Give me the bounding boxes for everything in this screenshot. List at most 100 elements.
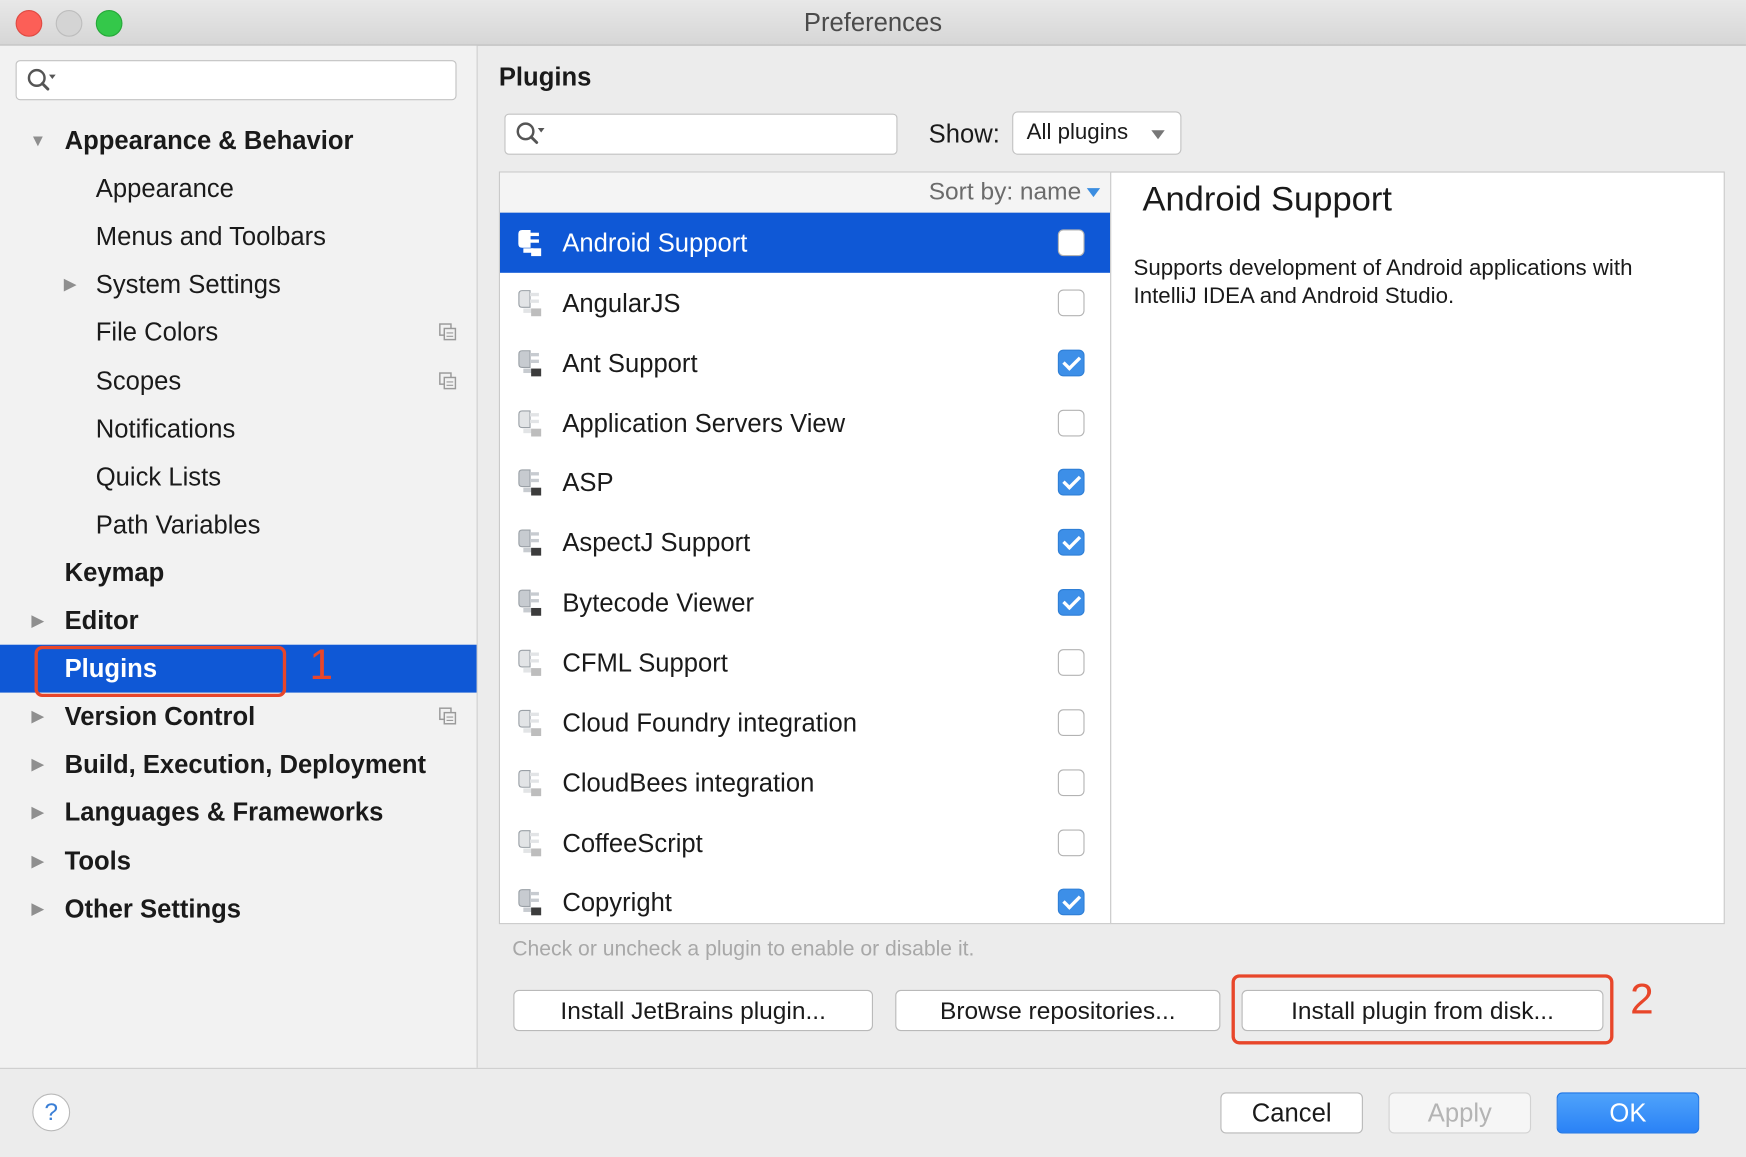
plugin-enable-checkbox[interactable] [1057,829,1085,856]
collapsed-arrow-icon[interactable]: ▶ [29,837,47,885]
sidebar-item-label: System Settings [95,269,281,299]
plugin-enable-checkbox[interactable] [1057,529,1085,556]
sort-bar[interactable]: Sort by: name [499,172,1111,214]
sidebar-item-label: Menus and Toolbars [95,221,326,251]
plugin-enable-checkbox[interactable] [1057,349,1085,377]
plugin-row[interactable]: Bytecode Viewer [500,572,1110,632]
apply-button[interactable]: Apply [1388,1092,1532,1134]
sidebar-item-label: Notifications [95,413,236,443]
sort-chevron-icon[interactable] [1086,188,1101,198]
cancel-button[interactable]: Cancel [1220,1092,1363,1134]
sidebar-item-label: File Colors [95,317,219,347]
plugin-row[interactable]: CoffeeScript [500,812,1110,872]
plugin-icon [518,649,542,676]
copy-icon [439,371,457,389]
sidebar-item-label: Editor [64,605,139,635]
sidebar-item-label: Scopes [95,365,182,395]
sidebar-item-path-variables[interactable]: Path Variables [0,501,477,549]
plugin-row[interactable]: CFML Support [500,632,1110,692]
sidebar-item-tools[interactable]: ▶ Tools [0,837,477,885]
annotation-number-1: 1 [309,642,334,690]
sidebar-item-quick-lists[interactable]: Quick Lists [0,453,477,501]
browse-repositories-button[interactable]: Browse repositories... [895,989,1221,1032]
sidebar-item-system-settings[interactable]: ▶ System Settings [0,261,477,309]
plugin-enable-checkbox[interactable] [1057,409,1085,436]
copy-icon [439,707,457,725]
title-bar: Preferences [0,0,1746,46]
plugin-row[interactable]: Cloud Foundry integration [500,692,1110,752]
dialog-footer: ? Cancel Apply OK [0,1067,1746,1157]
plugin-row[interactable]: ASP [500,453,1110,513]
plugin-enable-checkbox[interactable] [1057,769,1085,796]
plugin-enable-checkbox[interactable] [1057,649,1085,676]
plugin-row[interactable]: Ant Support [500,333,1110,393]
plugin-name: ASP [562,468,614,498]
collapsed-arrow-icon[interactable]: ▶ [29,789,47,837]
plugin-name: CFML Support [562,647,728,677]
plugin-icon [518,769,542,796]
plugin-enable-checkbox[interactable] [1057,289,1085,317]
ok-button[interactable]: OK [1556,1092,1700,1134]
plugin-icon [518,709,542,736]
sidebar-item-editor[interactable]: ▶ Editor [0,597,477,645]
plugin-row[interactable]: Android Support [499,212,1111,273]
plugin-icon [518,889,542,916]
plugin-hint-text: Check or uncheck a plugin to enable or d… [512,937,975,961]
plugin-enable-checkbox[interactable] [1057,709,1085,736]
annotation-number-2: 2 [1630,976,1654,1024]
sidebar-item-other-settings[interactable]: ▶ Other Settings [0,885,477,933]
annotation-box-2 [1231,974,1614,1045]
plugin-name: CoffeeScript [562,827,703,857]
sidebar-item-keymap[interactable]: Keymap [0,549,477,597]
sidebar-item-build-execution-deployment[interactable]: ▶ Build, Execution, Deployment [0,741,477,789]
collapsed-arrow-icon[interactable]: ▶ [29,885,47,933]
plugin-enable-checkbox[interactable] [1057,469,1085,496]
sidebar-item-scopes[interactable]: Scopes [0,357,477,405]
plugin-row[interactable]: Application Servers View [500,393,1110,453]
plugin-name: Cloud Foundry integration [562,707,858,737]
plugin-list: Sort by: name Android Support AngularJS An… [498,171,1112,925]
collapsed-arrow-icon[interactable]: ▶ [29,741,47,789]
sidebar-item-label: Appearance [95,173,234,203]
sidebar-item-appearance-behavior[interactable]: ▼ Appearance & Behavior [0,117,477,165]
search-icon [27,68,56,91]
plugin-search-input[interactable] [504,113,898,155]
collapsed-arrow-icon[interactable]: ▶ [29,693,47,741]
plugins-panel: Plugins Show: All plugins Sort by: name … [478,46,1746,1068]
collapsed-arrow-icon[interactable]: ▶ [29,597,47,645]
plugin-icon [518,829,542,856]
plugin-name: Bytecode Viewer [562,588,755,617]
plugin-icon [518,589,542,616]
show-filter-select[interactable]: All plugins [1012,111,1182,155]
plugin-row[interactable]: AngularJS [500,273,1110,333]
plugin-enable-checkbox[interactable] [1057,888,1085,916]
sidebar-item-menus-and-toolbars[interactable]: Menus and Toolbars [0,213,477,261]
plugin-enable-checkbox[interactable] [1057,229,1085,257]
page-title: Plugins [498,62,592,92]
sidebar-item-label: Appearance & Behavior [64,125,354,155]
sidebar-item-version-control[interactable]: ▶ Version Control [0,693,477,741]
plugin-row[interactable]: CloudBees integration [500,752,1110,812]
sidebar-item-label: Build, Execution, Deployment [64,749,427,779]
plugin-icon [518,289,542,317]
sidebar-item-file-colors[interactable]: File Colors [0,309,477,357]
expanded-arrow-icon[interactable]: ▼ [29,117,47,165]
show-filter-label: Show: [928,119,1000,149]
sort-label[interactable]: Sort by: name [929,177,1081,206]
sidebar-item-notifications[interactable]: Notifications [0,405,477,453]
help-icon: ? [44,1097,59,1126]
sidebar-search-input[interactable] [15,60,457,101]
sidebar-item-languages-frameworks[interactable]: ▶ Languages & Frameworks [0,789,477,837]
plugin-row[interactable]: Copyright [500,872,1110,923]
help-button[interactable]: ? [32,1093,71,1132]
plugin-name: CloudBees integration [562,767,815,797]
plugin-enable-checkbox[interactable] [1057,589,1085,616]
sidebar-item-label: Version Control [64,701,256,731]
plugin-name: Ant Support [562,348,698,378]
plugin-row[interactable]: AspectJ Support [500,512,1110,572]
install-jetbrains-plugin-button[interactable]: Install JetBrains plugin... [513,989,873,1032]
annotation-box-1 [34,645,287,698]
collapsed-arrow-icon[interactable]: ▶ [61,261,79,309]
plugin-name: AspectJ Support [562,528,751,558]
sidebar-item-appearance[interactable]: Appearance [0,165,477,213]
